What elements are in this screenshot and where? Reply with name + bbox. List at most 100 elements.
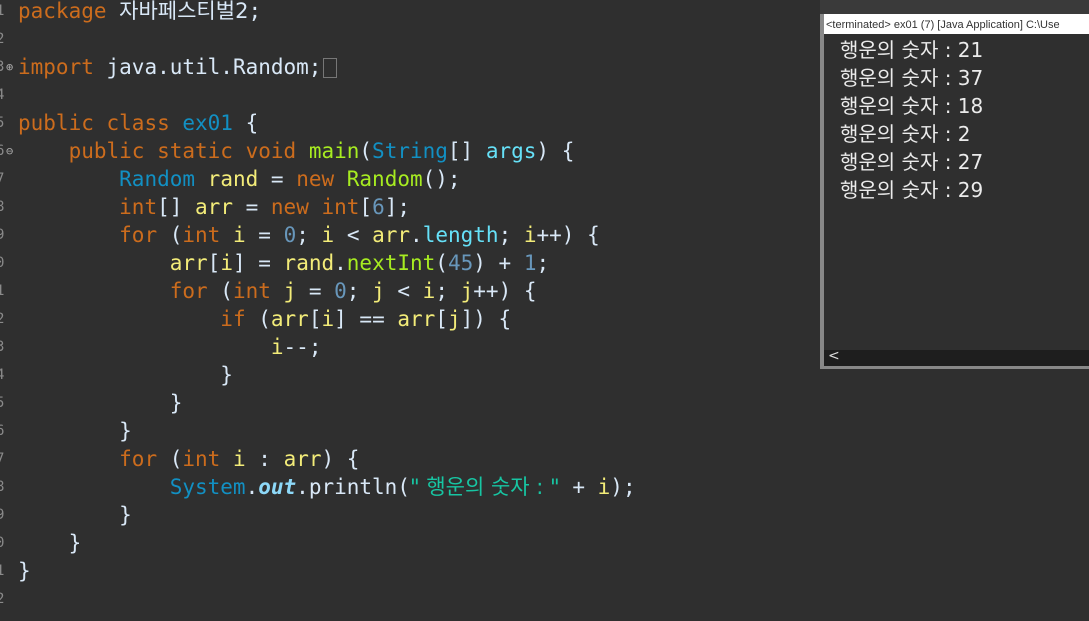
code-token: ] ==	[334, 307, 398, 331]
code-token: java.util.Random;	[106, 55, 322, 79]
line-number: 1	[0, 3, 5, 19]
code-token: String	[372, 139, 448, 163]
code-token: import	[18, 55, 107, 79]
code-token: ) {	[536, 139, 575, 163]
line-number: 0	[0, 535, 5, 551]
console-output-line: 행운의 숫자 : 18	[840, 94, 984, 118]
code-token: }	[18, 391, 183, 415]
code-token: ;	[248, 0, 262, 23]
code-token: public	[18, 111, 107, 135]
console-output-line: 행운의 숫자 : 2	[840, 122, 971, 146]
code-token: ();	[422, 167, 461, 191]
code-token: ++) {	[473, 279, 537, 303]
code-token: []	[157, 195, 196, 219]
code-token: " 행운의 숫자 : "	[410, 475, 560, 499]
line-number: 7	[0, 171, 5, 187]
code-token: =	[232, 195, 271, 219]
code-token: i	[321, 307, 335, 331]
code-token: int	[119, 195, 158, 219]
code-token: ) {	[321, 447, 360, 471]
code-text: }	[18, 389, 183, 417]
code-text: public static void main(String[] args) {	[18, 137, 575, 165]
code-token: (	[169, 223, 183, 247]
code-token: (	[359, 139, 373, 163]
code-token: {	[232, 111, 259, 135]
collapse-fold-icon[interactable]: ⊖	[6, 137, 13, 165]
line-number: 9	[0, 507, 5, 523]
scroll-left-icon[interactable]: <	[828, 348, 840, 364]
code-token: rand	[283, 251, 335, 275]
console-horizontal-scrollbar[interactable]: <	[824, 348, 1089, 366]
code-token: ;	[435, 279, 461, 303]
code-token: j	[460, 279, 474, 303]
code-token: []	[447, 139, 486, 163]
code-token: .	[296, 475, 309, 499]
code-token: int	[182, 223, 233, 247]
code-token: new	[296, 167, 347, 191]
code-token: System	[169, 475, 246, 499]
code-token: (	[169, 447, 183, 471]
code-text: }	[18, 417, 132, 445]
code-token: arr	[195, 195, 233, 219]
code-token: for	[119, 447, 170, 471]
code-token: int	[232, 279, 284, 303]
code-text: if (arr[i] == arr[j]) {	[18, 305, 511, 333]
line-number: 5	[0, 395, 5, 411]
line-number: 2	[0, 31, 5, 47]
code-token: package	[18, 0, 120, 23]
code-token: arr	[372, 223, 411, 247]
code-token: 45	[447, 251, 474, 275]
code-token: nextInt	[346, 251, 436, 275]
code-token: println	[308, 475, 398, 499]
console-output-line: 행운의 숫자 : 37	[840, 66, 984, 90]
line-number: 0	[0, 255, 5, 271]
line-number: 4	[0, 87, 5, 103]
code-text: for (int i = 0; i < arr.length; i++) {	[18, 221, 600, 249]
code-token: .	[245, 475, 259, 499]
line-number: 2	[0, 591, 5, 607]
code-token: [	[308, 307, 322, 331]
code-token: class	[106, 111, 183, 135]
code-token: int	[321, 195, 360, 219]
code-token: new	[270, 195, 322, 219]
code-token: Random	[119, 167, 208, 191]
code-token: );	[610, 475, 636, 499]
code-text: }	[18, 557, 31, 585]
code-token: public	[18, 139, 158, 163]
folded-imports-icon[interactable]	[323, 58, 338, 78]
code-token: .	[334, 251, 347, 275]
expand-fold-icon[interactable]: ⊕	[6, 53, 13, 81]
code-token: j	[283, 279, 297, 303]
code-token: j	[372, 279, 385, 303]
code-token: rand	[207, 167, 259, 191]
code-token: }	[18, 503, 132, 527]
code-token: 0	[283, 223, 297, 247]
code-token: i	[232, 447, 246, 471]
code-token: arr	[283, 447, 322, 471]
code-token: i	[597, 475, 611, 499]
code-text: package 자바페스티벌2;	[18, 0, 261, 25]
line-number: 2	[0, 311, 5, 327]
line-number: 1	[0, 283, 5, 299]
line-number: 7	[0, 451, 5, 467]
code-token: [	[435, 307, 448, 331]
line-number: 4	[0, 367, 5, 383]
line-number: 8	[0, 479, 5, 495]
console-view[interactable]: <terminated> ex01 (7) [Java Application]…	[820, 14, 1089, 369]
line-number: 9	[0, 227, 5, 243]
code-token: --;	[283, 335, 322, 359]
code-text: i--;	[18, 333, 322, 361]
code-token: arr	[169, 251, 208, 275]
console-output-line: 행운의 숫자 : 27	[840, 150, 984, 174]
code-token: Random	[346, 167, 423, 191]
code-token: }	[18, 559, 31, 583]
code-text: Random rand = new Random();	[18, 165, 461, 193]
code-token: ;	[498, 223, 524, 247]
